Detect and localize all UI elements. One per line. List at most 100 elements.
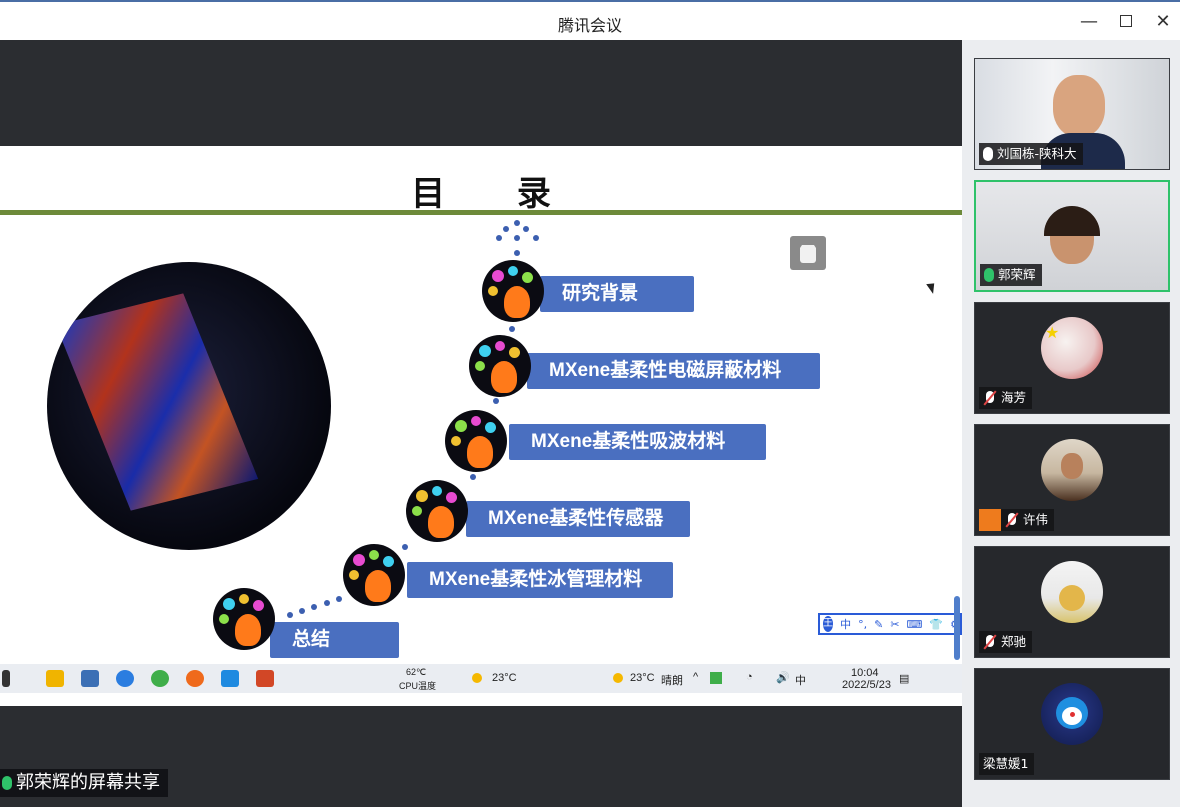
shared-screen-area: 目 录 研究背景 MXene基柔性电磁屏蔽材料 MXene基柔性吸波材料 MXe… xyxy=(0,40,962,807)
path-dot xyxy=(503,226,509,232)
toc-item-background: 研究背景 xyxy=(540,276,694,312)
shared-taskbar: 62℃ CPU温度 23°C 23°C 晴朗 ^ ◔ 🔊 中 10:04 202… xyxy=(0,664,962,693)
participant-name: 海芳 xyxy=(1001,390,1027,405)
brain-bulb-icon xyxy=(406,480,468,542)
clock-date[interactable]: 2022/5/23 xyxy=(842,679,891,691)
participant-sidebar: 刘国栋-陕科大 郭荣辉 ★ 海芳 许伟 郑驰 梁慧媛1 xyxy=(962,40,1180,807)
brain-bulb-icon xyxy=(445,410,507,472)
toc-item-summary: 总结 xyxy=(270,622,399,658)
browser-360-icon[interactable] xyxy=(151,670,169,687)
mic-active-icon xyxy=(984,268,994,282)
weather-temp-tray: 23°C xyxy=(630,672,655,684)
maximize-button[interactable] xyxy=(1111,8,1141,36)
participant-nameplate: 海芳 xyxy=(979,387,1033,409)
clock-time[interactable]: 10:04 xyxy=(851,667,879,679)
title-bar: 腾讯会议 — ✕ xyxy=(0,0,1180,40)
tray-app-icon[interactable] xyxy=(710,672,722,684)
title-divider xyxy=(0,210,962,215)
path-dot xyxy=(402,544,408,550)
file-explorer-icon[interactable] xyxy=(46,670,64,687)
participant-avatar xyxy=(1041,561,1103,623)
participant-nameplate: 梁慧媛1 xyxy=(979,753,1035,775)
path-dot xyxy=(514,235,520,241)
participant-name: 郭荣辉 xyxy=(998,267,1036,282)
ime-keyboard-icon[interactable]: ⌨ xyxy=(907,618,923,631)
weather-temp: 23°C xyxy=(492,672,517,684)
participant-tile[interactable]: 梁慧媛1 xyxy=(974,668,1170,780)
path-dot xyxy=(299,608,305,614)
ime-toolbar[interactable]: 王 中 °, ✎ ✂ ⌨ 👕 ⚙ xyxy=(818,613,962,635)
path-dot xyxy=(493,398,499,404)
ime-punct-icon[interactable]: °, xyxy=(858,618,867,631)
cpu-temp-label: CPU温度 xyxy=(399,681,437,691)
participant-name: 梁慧媛1 xyxy=(983,756,1029,771)
participant-face xyxy=(1061,453,1083,479)
brain-bulb-icon xyxy=(482,260,544,322)
toc-item-emi-shielding: MXene基柔性电磁屏蔽材料 xyxy=(527,353,820,389)
path-dot xyxy=(514,220,520,226)
brain-bulb-icon xyxy=(343,544,405,606)
toc-item-ice-management: MXene基柔性冰管理材料 xyxy=(407,562,673,598)
path-dot xyxy=(311,604,317,610)
star-icon: ★ xyxy=(1045,323,1060,342)
start-icon[interactable] xyxy=(2,670,10,687)
ime-scissors-icon[interactable]: ✂ xyxy=(890,618,899,631)
path-dot xyxy=(496,235,502,241)
mic-on-icon xyxy=(2,776,12,790)
path-dot xyxy=(523,226,529,232)
participant-face xyxy=(1053,75,1105,137)
volume-icon[interactable]: 🔊 xyxy=(776,671,790,684)
mic-muted-icon xyxy=(983,635,997,649)
path-dot xyxy=(509,326,515,332)
scroll-handle[interactable] xyxy=(954,596,960,660)
participant-name: 许伟 xyxy=(1023,512,1049,527)
flower-bouquet-icon xyxy=(1059,585,1085,611)
host-badge-icon xyxy=(979,509,1001,531)
screen-share-label: 郭荣辉的屏幕共享 xyxy=(0,769,168,797)
ie-browser-icon[interactable] xyxy=(116,670,134,687)
material-photo xyxy=(47,262,331,550)
path-dot xyxy=(533,235,539,241)
ime-logo-icon[interactable]: 王 xyxy=(823,616,834,632)
tray-ime-mode[interactable]: 中 xyxy=(795,672,806,688)
notification-icon[interactable]: ▤ xyxy=(899,672,909,685)
participant-nameplate: 郭荣辉 xyxy=(980,264,1042,286)
window-title: 腾讯会议 xyxy=(557,16,622,35)
path-dot xyxy=(470,474,476,480)
mic-muted-icon xyxy=(1005,513,1019,527)
mic-on-icon xyxy=(983,147,993,161)
participant-avatar xyxy=(1041,439,1103,501)
doraemon-icon xyxy=(1056,697,1088,729)
app-icon[interactable] xyxy=(81,670,99,687)
tray-chevron-icon[interactable]: ^ xyxy=(693,671,698,683)
participant-avatar xyxy=(1041,683,1103,745)
slide-title: 目 录 xyxy=(411,174,581,214)
tencent-meeting-icon[interactable] xyxy=(221,670,239,687)
participant-tile[interactable]: 郑驰 xyxy=(974,546,1170,658)
cpu-temp-value: 62℃ xyxy=(406,667,427,677)
toc-item-sensor: MXene基柔性传感器 xyxy=(466,501,690,537)
participant-nameplate: 许伟 xyxy=(979,509,1055,531)
participant-name: 刘国栋-陕科大 xyxy=(997,146,1077,161)
ime-skin-icon[interactable]: 👕 xyxy=(929,618,943,631)
ime-mode-label[interactable]: 中 xyxy=(840,616,851,632)
wifi-icon[interactable]: ◔ xyxy=(746,671,753,683)
browser-icon[interactable] xyxy=(186,670,204,687)
sun-icon xyxy=(613,673,623,683)
minimize-button[interactable]: — xyxy=(1074,8,1104,36)
close-button[interactable]: ✕ xyxy=(1148,8,1178,36)
path-dot xyxy=(514,250,520,256)
share-owner-text: 郭荣辉的屏幕共享 xyxy=(16,772,160,793)
flexible-film-image xyxy=(55,293,259,511)
sun-icon xyxy=(472,673,482,683)
participant-tile[interactable]: ★ 海芳 xyxy=(974,302,1170,414)
participant-tile-active-speaker[interactable]: 郭荣辉 xyxy=(974,180,1170,292)
participant-hair xyxy=(1044,206,1100,236)
powerpoint-icon[interactable] xyxy=(256,670,274,687)
path-dot xyxy=(287,612,293,618)
participant-tile[interactable]: 许伟 xyxy=(974,424,1170,536)
participant-avatar: ★ xyxy=(1041,317,1103,379)
path-dot xyxy=(324,600,330,606)
participant-tile[interactable]: 刘国栋-陕科大 xyxy=(974,58,1170,170)
ime-pen-icon[interactable]: ✎ xyxy=(874,618,883,631)
